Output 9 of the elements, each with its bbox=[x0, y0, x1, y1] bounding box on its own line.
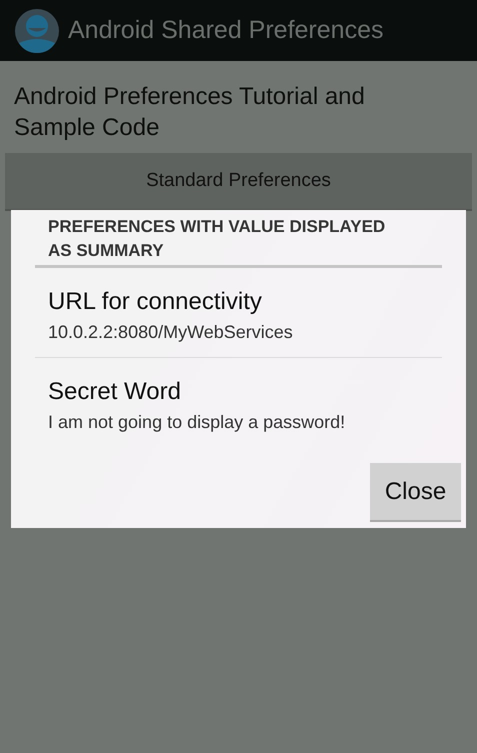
page-heading: Android Preferences Tutorial and Sample Code bbox=[14, 82, 366, 143]
preference-summary: 10.0.2.2:8080/MyWebServices bbox=[48, 322, 294, 343]
app-title: Android Shared Preferences bbox=[68, 16, 384, 45]
dialog-title: PREFERENCES WITH VALUE DISPLAYED AS SUMMARY bbox=[48, 216, 386, 262]
preference-summary: I am not going to display a password! bbox=[48, 412, 346, 433]
preference-title: Secret Word bbox=[48, 378, 182, 406]
app-logo-icon bbox=[15, 8, 59, 52]
preference-title: URL for connectivity bbox=[48, 288, 263, 316]
close-button[interactable]: Close bbox=[370, 463, 461, 522]
